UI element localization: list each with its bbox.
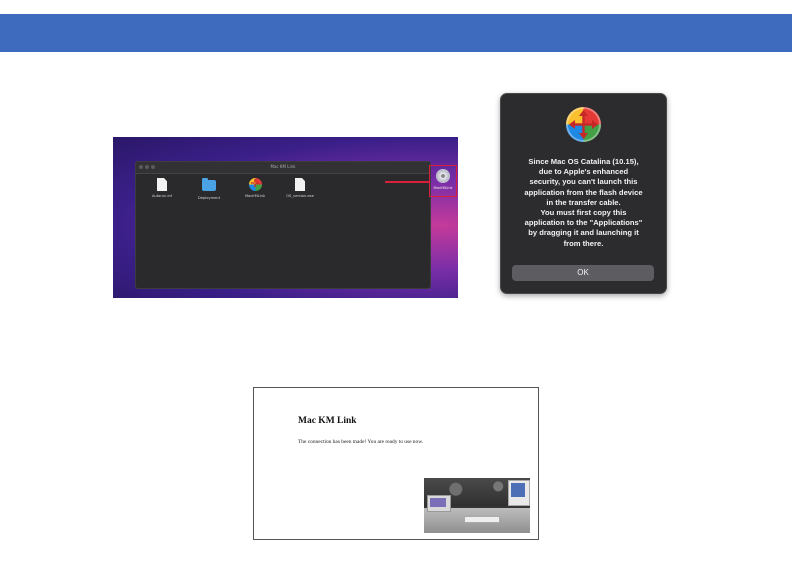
dialog-line: in the transfer cable. xyxy=(546,197,621,207)
app-window: Mac KM Link The connection has been made… xyxy=(253,387,539,540)
finder-item-deployment[interactable]: Deployment xyxy=(189,178,229,200)
dialog-line: Since Mac OS Catalina (10.15), xyxy=(528,157,639,166)
dialog-line: from there. xyxy=(563,238,604,248)
dialog-message: Since Mac OS Catalina (10.15), due to Ap… xyxy=(509,157,658,249)
dialog-line: application from the flash device xyxy=(524,187,643,197)
finder-item-mackmlink[interactable]: MacKMLink xyxy=(235,177,275,198)
dialog-line: security, you can't launch this xyxy=(529,177,638,187)
dialog-line: due to Apple's enhanced xyxy=(538,167,629,177)
finder-item-label: Deployment xyxy=(198,196,220,200)
dialog-line: by dragging it and launching it xyxy=(528,228,639,238)
app-icon xyxy=(566,107,601,142)
finder-item-label: Autorun.inf xyxy=(151,194,173,198)
finder-titlebar: Mac KM Link xyxy=(136,162,430,174)
dialog-line: You must first copy this xyxy=(540,208,627,218)
ok-button[interactable]: OK xyxy=(512,265,654,281)
dialog-line: application to the "Applications" xyxy=(524,218,643,228)
app-icon xyxy=(248,177,262,192)
finder-item-label: OS_version.exe xyxy=(286,194,314,198)
disk-label: MacKMLink xyxy=(433,186,453,190)
disk-icon xyxy=(436,169,450,183)
finder-item-label: MacKMLink xyxy=(244,194,266,198)
setup-photo xyxy=(424,478,530,533)
desktop-screenshot: Mac KM Link Autorun.inf Deployment MacKM… xyxy=(113,137,458,298)
finder-item-autorun[interactable]: Autorun.inf xyxy=(142,178,182,198)
app-title: Mac KM Link xyxy=(298,416,357,426)
finder-window-title: Mac KM Link xyxy=(270,164,296,169)
finder-item-osversion[interactable]: OS_version.exe xyxy=(280,178,320,198)
document-icon xyxy=(155,178,169,192)
alert-dialog: Since Mac OS Catalina (10.15), due to Ap… xyxy=(500,93,667,294)
document-icon xyxy=(293,178,307,192)
header-bar xyxy=(0,14,792,52)
connection-message: The connection has been made! You are re… xyxy=(298,439,424,445)
folder-icon xyxy=(202,178,216,194)
callout-line xyxy=(385,181,429,183)
highlighted-disk-item[interactable]: MacKMLink xyxy=(429,165,457,197)
